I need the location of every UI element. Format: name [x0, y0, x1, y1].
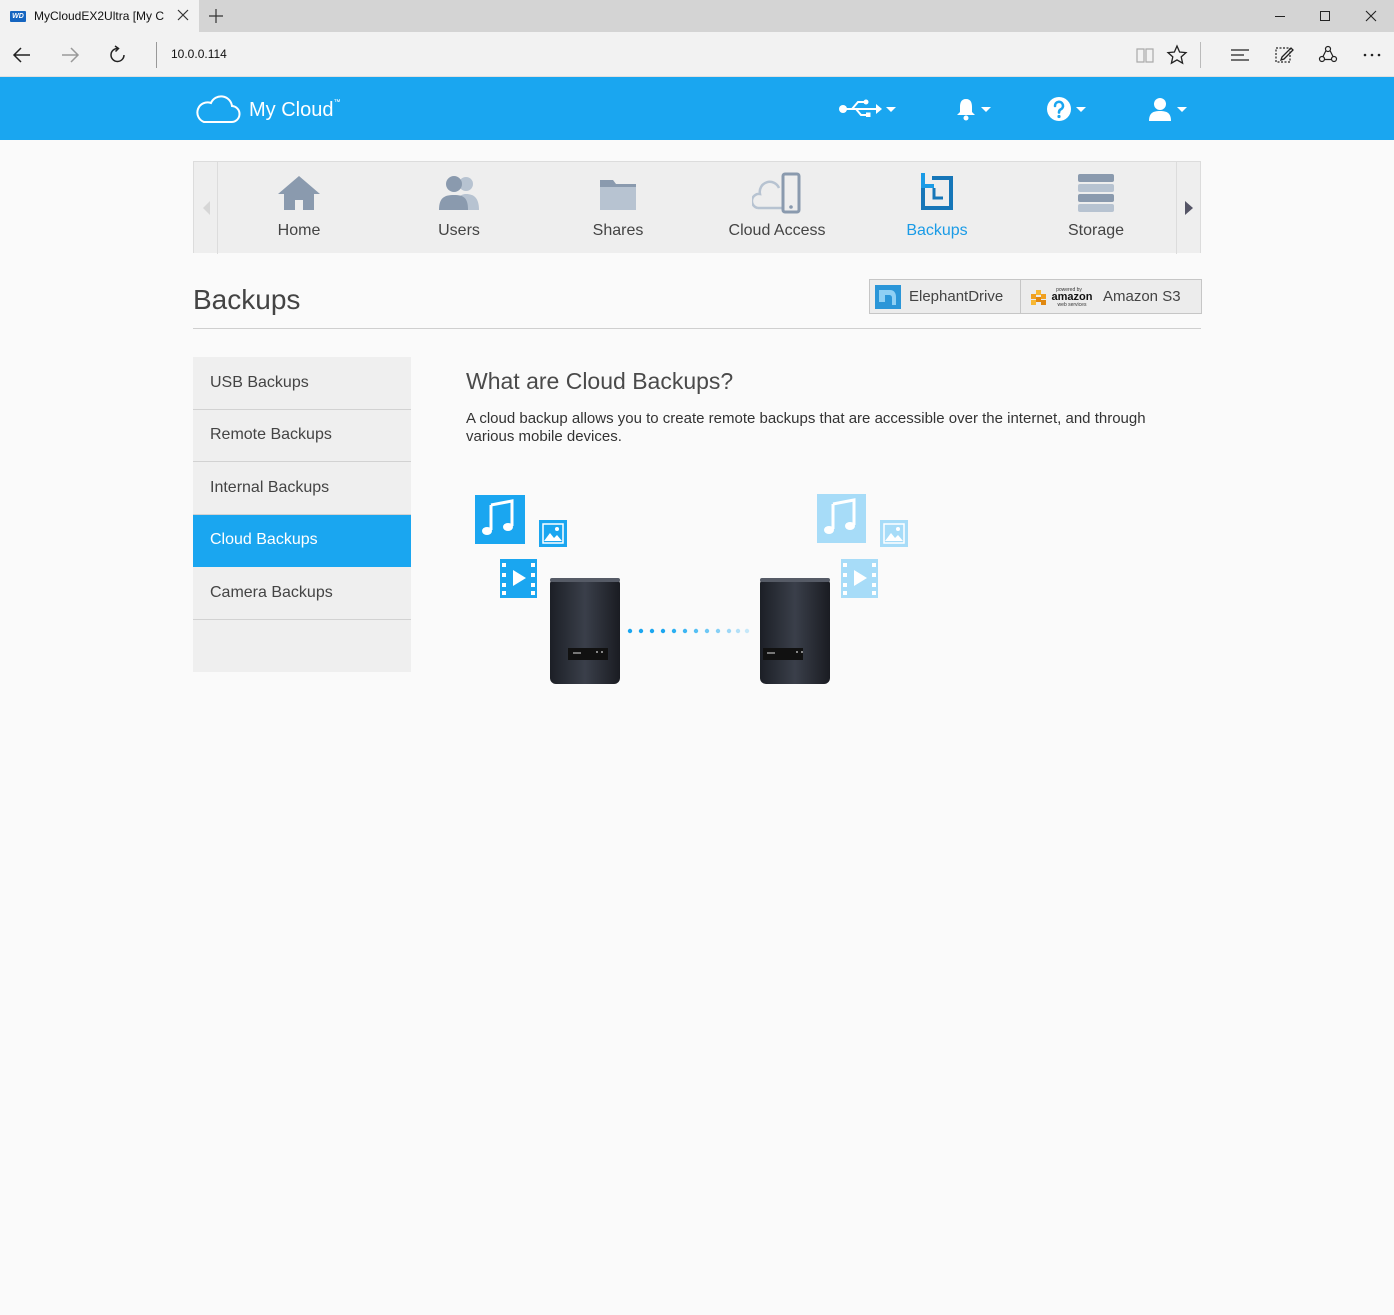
elephantdrive-logo-icon	[875, 284, 901, 309]
chevron-left-icon	[202, 201, 210, 215]
aws-logo-icon: powered by amazon web services	[1031, 287, 1093, 308]
notifications-menu-button[interactable]	[955, 95, 991, 123]
backups-sidebar: USB Backups Remote Backups Internal Back…	[193, 357, 411, 672]
more-icon[interactable]	[1361, 44, 1383, 66]
sidebar-item-cloud-backups[interactable]: Cloud Backups	[193, 514, 411, 567]
cloud-backup-illustration	[475, 494, 908, 684]
amazon-s3-button[interactable]: powered by amazon web services Amazon S3	[1021, 280, 1201, 313]
chevron-down-icon	[981, 106, 991, 112]
main-nav-strip: Home Users Shares Cloud Access Backups S…	[193, 161, 1201, 254]
nav-item-label: Cloud Access	[728, 222, 826, 239]
title-divider	[193, 328, 1201, 329]
close-window-icon[interactable]	[1363, 8, 1379, 24]
folder-icon	[600, 180, 636, 210]
favorite-star-icon[interactable]	[1166, 44, 1188, 66]
back-icon[interactable]	[11, 44, 33, 66]
app-logo-text[interactable]: My Cloud™	[249, 99, 340, 122]
address-bar[interactable]: 10.0.0.114	[171, 47, 227, 61]
nas-device-local	[550, 578, 620, 684]
aws-logo-web-services: web services	[1058, 302, 1087, 308]
wd-favicon-icon: WD	[10, 10, 26, 22]
provider-label: ElephantDrive	[909, 288, 1004, 305]
video-icon	[500, 559, 537, 598]
chevron-down-icon	[886, 106, 896, 112]
refresh-icon[interactable]	[107, 44, 129, 66]
nav-item-backups[interactable]: Backups	[857, 162, 1017, 254]
sidebar-item-internal-backups[interactable]: Internal Backups	[193, 462, 411, 515]
image-icon	[539, 520, 567, 547]
sidebar-item-remote-backups[interactable]: Remote Backups	[193, 410, 411, 462]
home-icon	[278, 176, 320, 210]
nav-item-label: Home	[277, 222, 321, 239]
chevron-down-icon	[1177, 106, 1187, 112]
hub-icon[interactable]	[1229, 44, 1251, 66]
sidebar-item-camera-backups[interactable]: Camera Backups	[193, 567, 411, 620]
chevron-right-icon	[1184, 201, 1193, 215]
nav-scroll-right-button[interactable]	[1176, 162, 1200, 254]
music-icon	[475, 495, 525, 544]
bell-icon	[957, 99, 975, 121]
forward-icon[interactable]	[59, 44, 81, 66]
logo-label: My Cloud	[249, 99, 334, 121]
nav-item-label: Backups	[906, 222, 968, 239]
help-menu-button[interactable]	[1046, 95, 1086, 123]
nav-item-users[interactable]: Users	[379, 162, 539, 254]
usb-icon	[839, 99, 882, 117]
tab-title: MyCloudEX2Ultra [My C	[34, 9, 165, 23]
content-description: A cloud backup allows you to create remo…	[466, 410, 1146, 445]
elephantdrive-button[interactable]: ElephantDrive	[870, 280, 1021, 313]
image-icon	[880, 520, 908, 547]
user-menu-button[interactable]	[1147, 95, 1187, 123]
page-title: Backups	[193, 284, 301, 315]
nav-item-label: Users	[438, 222, 480, 239]
share-icon[interactable]	[1317, 44, 1339, 66]
nav-scroll-left-button[interactable]	[194, 162, 218, 254]
help-icon	[1047, 97, 1071, 121]
app-header: My Cloud™	[0, 77, 1394, 140]
nav-item-storage[interactable]: Storage	[1016, 162, 1176, 254]
maximize-icon[interactable]	[1317, 8, 1333, 24]
nas-device-remote	[760, 578, 830, 684]
chevron-down-icon	[1076, 106, 1086, 112]
provider-label: Amazon S3	[1103, 288, 1181, 305]
video-icon	[841, 559, 878, 598]
storage-icon	[1078, 174, 1114, 212]
browser-tab-bar: WD MyCloudEX2Ultra [My C	[0, 0, 1394, 32]
web-note-icon[interactable]	[1273, 44, 1295, 66]
cloud-device-icon	[752, 172, 801, 214]
music-icon	[817, 494, 866, 543]
new-tab-icon[interactable]	[206, 6, 226, 26]
close-tab-icon[interactable]	[175, 7, 191, 23]
minimize-icon[interactable]	[1272, 8, 1288, 24]
content-title: What are Cloud Backups?	[466, 368, 734, 394]
cloud-logo-icon	[196, 95, 241, 123]
trademark-symbol: ™	[333, 99, 341, 106]
nav-item-shares[interactable]: Shares	[538, 162, 698, 254]
toolbar-separator	[1200, 42, 1201, 68]
reading-view-icon[interactable]	[1134, 44, 1156, 66]
cloud-provider-group: ElephantDrive powered by amazon web serv…	[869, 279, 1202, 314]
usb-menu-button[interactable]	[838, 95, 896, 123]
sidebar-item-usb-backups[interactable]: USB Backups	[193, 357, 411, 410]
nav-item-home[interactable]: Home	[219, 162, 379, 254]
address-separator	[156, 42, 157, 68]
browser-tab[interactable]: WD MyCloudEX2Ultra [My C	[0, 0, 199, 32]
nav-item-label: Storage	[1067, 222, 1125, 239]
users-icon	[439, 176, 479, 210]
backup-icon	[921, 173, 953, 210]
user-icon	[1149, 98, 1171, 121]
sync-connection-dots	[627, 628, 750, 634]
nav-item-cloud-access[interactable]: Cloud Access	[697, 162, 857, 254]
browser-nav-bar: 10.0.0.114	[0, 32, 1394, 77]
nav-item-label: Shares	[592, 222, 644, 239]
